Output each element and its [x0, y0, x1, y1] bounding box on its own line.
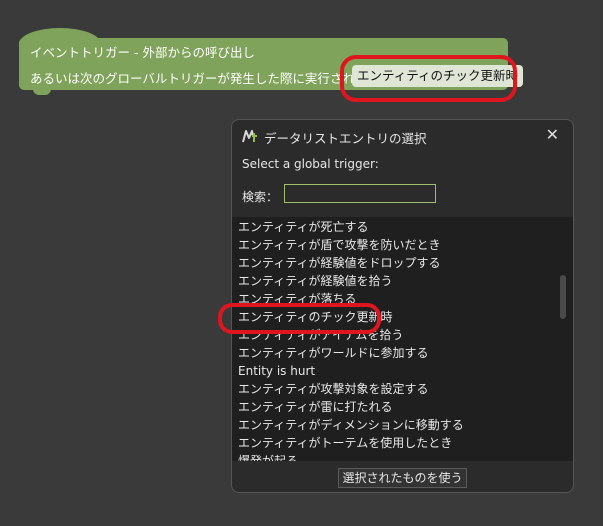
use-selected-button[interactable]: 選択されたものを使う	[338, 468, 467, 488]
search-label: 検索：	[242, 190, 279, 204]
list-item[interactable]: エンティティが経験値をドロップする	[238, 254, 441, 272]
list-item[interactable]: エンティティがアイテムを拾う	[238, 326, 403, 344]
list-item[interactable]: Entity is hurt	[238, 362, 315, 380]
search-input[interactable]	[284, 184, 436, 203]
global-trigger-field[interactable]: エンティティのチック更新時	[352, 65, 524, 87]
list-item[interactable]: エンティティが落ちる	[238, 290, 357, 308]
scrollbar[interactable]	[560, 217, 566, 461]
list-item[interactable]: エンティティが雷に打たれる	[238, 398, 393, 416]
list-item[interactable]: エンティティが盾で攻撃を防いだとき	[238, 236, 441, 254]
block-bottom-connector	[33, 88, 51, 95]
list-item[interactable]: エンティティが死亡する	[238, 218, 369, 236]
dialog-subtitle: Select a global trigger:	[242, 157, 379, 171]
list-item[interactable]: 爆発が起る	[238, 452, 298, 461]
block-description: あるいは次のグローバルトリガーが発生した際に実行される：	[30, 71, 380, 86]
mcreator-logo-icon	[242, 130, 257, 143]
list-item[interactable]: エンティティが攻撃対象を設定する	[238, 380, 429, 398]
list-item-tick-update[interactable]: エンティティのチック更新時	[238, 308, 393, 326]
list-item[interactable]: エンティティがディメンションに移動する	[238, 416, 464, 434]
data-list-entry-dialog: データリストエントリの選択 ✕ Select a global trigger:…	[231, 119, 574, 493]
list-item[interactable]: エンティティがワールドに参加する	[238, 344, 429, 362]
block-title: イベントトリガー - 外部からの呼び出し	[30, 45, 255, 60]
scrollbar-thumb[interactable]	[560, 275, 566, 319]
dialog-title: データリストエントリの選択	[264, 131, 427, 146]
close-icon[interactable]: ✕	[546, 126, 559, 144]
list-item[interactable]: エンティティがトーテムを使用したとき	[238, 434, 452, 452]
trigger-list[interactable]: エンティティが死亡する エンティティが盾で攻撃を防いだとき エンティティが経験値…	[232, 217, 573, 461]
list-item[interactable]: エンティティが経験値を拾う	[238, 272, 393, 290]
